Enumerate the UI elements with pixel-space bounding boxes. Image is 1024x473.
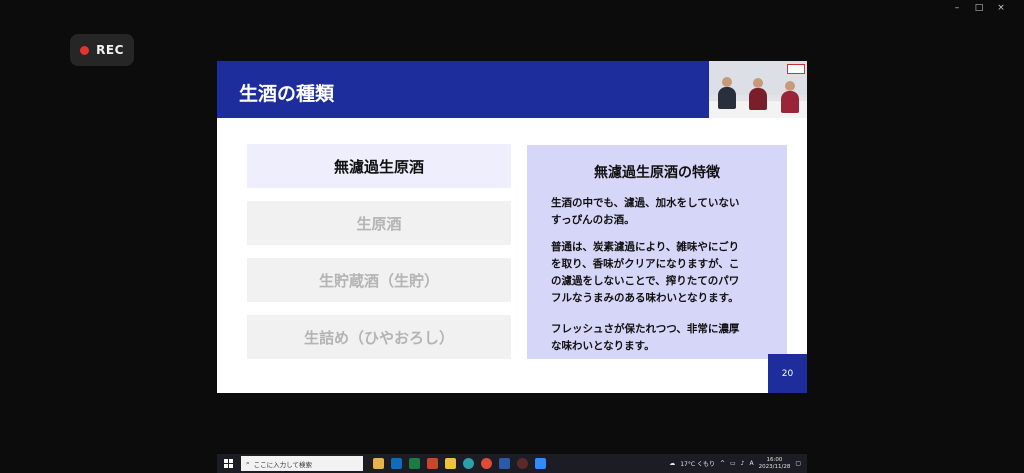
recording-label: REC bbox=[96, 43, 124, 57]
wall-sign bbox=[787, 64, 805, 74]
speaker-video-thumbnail[interactable] bbox=[709, 61, 807, 118]
windows-logo-icon bbox=[223, 459, 233, 468]
info-paragraph: フレッシュさが保たれつつ、非常に濃厚 な味わいとなります。 bbox=[551, 323, 740, 352]
excel-icon[interactable] bbox=[409, 458, 420, 469]
feature-info-box: 無濾過生原酒の特徴 生酒の中でも、濾過、加水をしていない すっぴんのお酒。 普通… bbox=[527, 145, 787, 359]
maximize-button[interactable]: □ bbox=[968, 2, 990, 14]
window-controls: – □ × bbox=[946, 2, 1012, 14]
taskbar-apps bbox=[373, 458, 546, 469]
taskbar-search[interactable]: ⌕ ここに入力して検索 bbox=[241, 456, 363, 471]
person-avatar bbox=[718, 87, 736, 109]
record-dot-icon bbox=[80, 45, 90, 55]
powerpoint-icon[interactable] bbox=[427, 458, 438, 469]
person-head bbox=[785, 81, 795, 91]
start-button[interactable] bbox=[221, 454, 235, 473]
close-button[interactable]: × bbox=[990, 2, 1012, 14]
zoom-icon[interactable] bbox=[535, 458, 546, 469]
presentation-slide: 生酒の種類 無濾過生原酒 生原酒 生貯蔵酒（生貯） 生詰め（ひやおろし） 無濾過… bbox=[217, 61, 807, 393]
clock[interactable]: 16:00 2023/11/28 bbox=[759, 457, 791, 471]
ime-indicator[interactable]: A bbox=[750, 460, 754, 467]
option-namachozoshu: 生貯蔵酒（生貯） bbox=[247, 258, 511, 302]
explorer-icon[interactable] bbox=[445, 458, 456, 469]
person-avatar bbox=[781, 91, 799, 113]
info-title: 無濾過生原酒の特徴 bbox=[594, 165, 720, 181]
search-icon: ⌕ bbox=[246, 459, 250, 467]
chrome-icon[interactable] bbox=[481, 458, 492, 469]
search-placeholder: ここに入力して検索 bbox=[253, 460, 312, 469]
minimize-button[interactable]: – bbox=[946, 2, 968, 14]
taskbar: ⌕ ここに入力して検索 ☁ 17°C くもり ^ ▭ ♪ A 16:00 202… bbox=[217, 454, 807, 473]
network-icon[interactable]: ▭ bbox=[730, 460, 736, 467]
info-paragraph: 生酒の中でも、濾過、加水をしていない すっぴんのお酒。 bbox=[551, 197, 740, 226]
edge-icon[interactable] bbox=[463, 458, 474, 469]
slide-title: 生酒の種類 bbox=[239, 83, 335, 105]
person-head bbox=[753, 78, 763, 88]
media-player-icon[interactable] bbox=[517, 458, 528, 469]
person-avatar bbox=[749, 88, 767, 110]
clock-time: 16:00 bbox=[766, 456, 783, 463]
system-tray: ☁ 17°C くもり ^ ▭ ♪ A 16:00 2023/11/28 ▢ bbox=[669, 454, 801, 473]
weather-text[interactable]: 17°C くもり bbox=[680, 459, 715, 468]
word-icon[interactable] bbox=[499, 458, 510, 469]
option-namazume: 生詰め（ひやおろし） bbox=[247, 315, 511, 359]
page-number: 20 bbox=[768, 354, 807, 393]
cloud-icon: ☁ bbox=[669, 460, 676, 467]
notification-icon[interactable]: ▢ bbox=[795, 460, 801, 467]
outlook-icon[interactable] bbox=[391, 458, 402, 469]
folder-icon[interactable] bbox=[373, 458, 384, 469]
volume-icon[interactable]: ♪ bbox=[741, 460, 745, 467]
person-head bbox=[722, 77, 732, 87]
clock-date: 2023/11/28 bbox=[758, 463, 791, 470]
option-muroka-namagenshu: 無濾過生原酒 bbox=[247, 144, 511, 188]
recording-indicator[interactable]: REC bbox=[70, 34, 134, 66]
chevron-up-icon[interactable]: ^ bbox=[720, 460, 725, 467]
slide-header: 生酒の種類 bbox=[217, 61, 807, 118]
option-namagenshu: 生原酒 bbox=[247, 201, 511, 245]
info-paragraph: 普通は、炭素濾過により、雑味やにごり を取り、香味がクリアになりますが、こ の濾… bbox=[551, 241, 740, 304]
